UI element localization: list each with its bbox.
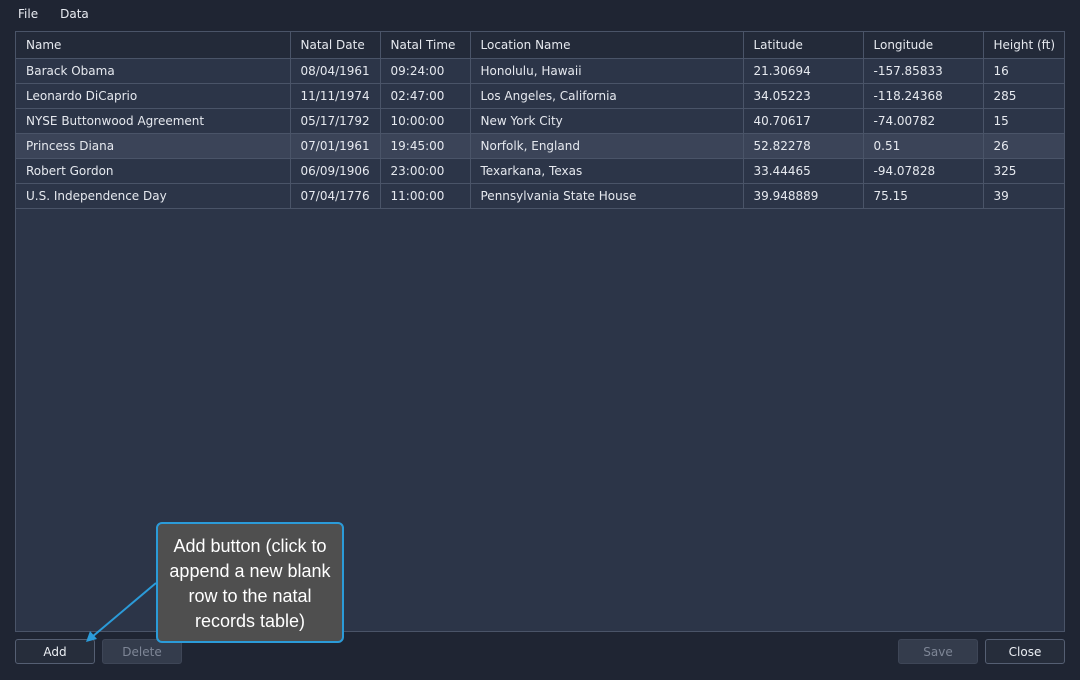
column-header-height[interactable]: Height (ft) — [983, 32, 1064, 59]
save-button[interactable]: Save — [898, 639, 978, 664]
cell-location-name[interactable]: Pennsylvania State House — [470, 183, 744, 209]
cell-natal-time[interactable]: 09:24:00 — [380, 58, 471, 84]
cell-location-name[interactable]: Norfolk, England — [470, 133, 744, 159]
cell-latitude[interactable]: 39.948889 — [743, 183, 864, 209]
cell-location-name[interactable]: Honolulu, Hawaii — [470, 58, 744, 84]
cell-height[interactable]: 325 — [983, 158, 1064, 184]
menu-bar: File Data — [0, 0, 1080, 28]
cell-natal-date[interactable]: 08/04/1961 — [290, 58, 381, 84]
cell-natal-date[interactable]: 07/01/1961 — [290, 133, 381, 159]
column-header-natal-time[interactable]: Natal Time — [380, 32, 471, 59]
cell-natal-time[interactable]: 11:00:00 — [380, 183, 471, 209]
table-row[interactable]: U.S. Independence Day 07/04/1776 11:00:0… — [16, 183, 1064, 209]
cell-longitude[interactable]: -118.24368 — [863, 83, 984, 109]
cell-latitude[interactable]: 52.82278 — [743, 133, 864, 159]
add-button[interactable]: Add — [15, 639, 95, 664]
cell-name[interactable]: U.S. Independence Day — [16, 183, 291, 209]
column-header-location-name[interactable]: Location Name — [470, 32, 744, 59]
column-header-longitude[interactable]: Longitude — [863, 32, 984, 59]
cell-natal-time[interactable]: 10:00:00 — [380, 108, 471, 134]
table-row[interactable]: Leonardo DiCaprio 11/11/1974 02:47:00 Lo… — [16, 83, 1064, 109]
cell-natal-time[interactable]: 23:00:00 — [380, 158, 471, 184]
cell-natal-time[interactable]: 02:47:00 — [380, 83, 471, 109]
cell-latitude[interactable]: 34.05223 — [743, 83, 864, 109]
table-row-selected[interactable]: Princess Diana 07/01/1961 19:45:00 Norfo… — [16, 133, 1064, 159]
table-row[interactable]: Robert Gordon 06/09/1906 23:00:00 Texark… — [16, 158, 1064, 184]
cell-location-name[interactable]: Texarkana, Texas — [470, 158, 744, 184]
cell-latitude[interactable]: 40.70617 — [743, 108, 864, 134]
add-button-callout: Add button (click to append a new blank … — [156, 522, 344, 643]
cell-natal-time[interactable]: 19:45:00 — [380, 133, 471, 159]
cell-longitude[interactable]: 0.51 — [863, 133, 984, 159]
column-header-latitude[interactable]: Latitude — [743, 32, 864, 59]
cell-longitude[interactable]: -74.00782 — [863, 108, 984, 134]
cell-height[interactable]: 26 — [983, 133, 1064, 159]
cell-height[interactable]: 16 — [983, 58, 1064, 84]
cell-name[interactable]: Barack Obama — [16, 58, 291, 84]
cell-height[interactable]: 39 — [983, 183, 1064, 209]
table-row[interactable]: Barack Obama 08/04/1961 09:24:00 Honolul… — [16, 58, 1064, 84]
cell-name[interactable]: NYSE Buttonwood Agreement — [16, 108, 291, 134]
cell-natal-date[interactable]: 11/11/1974 — [290, 83, 381, 109]
cell-location-name[interactable]: Los Angeles, California — [470, 83, 744, 109]
cell-natal-date[interactable]: 05/17/1792 — [290, 108, 381, 134]
cell-longitude[interactable]: -157.85833 — [863, 58, 984, 84]
cell-natal-date[interactable]: 06/09/1906 — [290, 158, 381, 184]
cell-name[interactable]: Robert Gordon — [16, 158, 291, 184]
cell-name[interactable]: Princess Diana — [16, 133, 291, 159]
cell-latitude[interactable]: 33.44465 — [743, 158, 864, 184]
table-header-row: Name Natal Date Natal Time Location Name… — [16, 32, 1064, 59]
column-header-name[interactable]: Name — [16, 32, 291, 59]
cell-latitude[interactable]: 21.30694 — [743, 58, 864, 84]
cell-height[interactable]: 15 — [983, 108, 1064, 134]
menu-data[interactable]: Data — [49, 0, 100, 28]
cell-natal-date[interactable]: 07/04/1776 — [290, 183, 381, 209]
column-header-natal-date[interactable]: Natal Date — [290, 32, 381, 59]
close-button[interactable]: Close — [985, 639, 1065, 664]
cell-longitude[interactable]: -94.07828 — [863, 158, 984, 184]
menu-file[interactable]: File — [0, 0, 49, 28]
cell-longitude[interactable]: 75.15 — [863, 183, 984, 209]
cell-location-name[interactable]: New York City — [470, 108, 744, 134]
cell-height[interactable]: 285 — [983, 83, 1064, 109]
table-row[interactable]: NYSE Buttonwood Agreement 05/17/1792 10:… — [16, 108, 1064, 134]
cell-name[interactable]: Leonardo DiCaprio — [16, 83, 291, 109]
